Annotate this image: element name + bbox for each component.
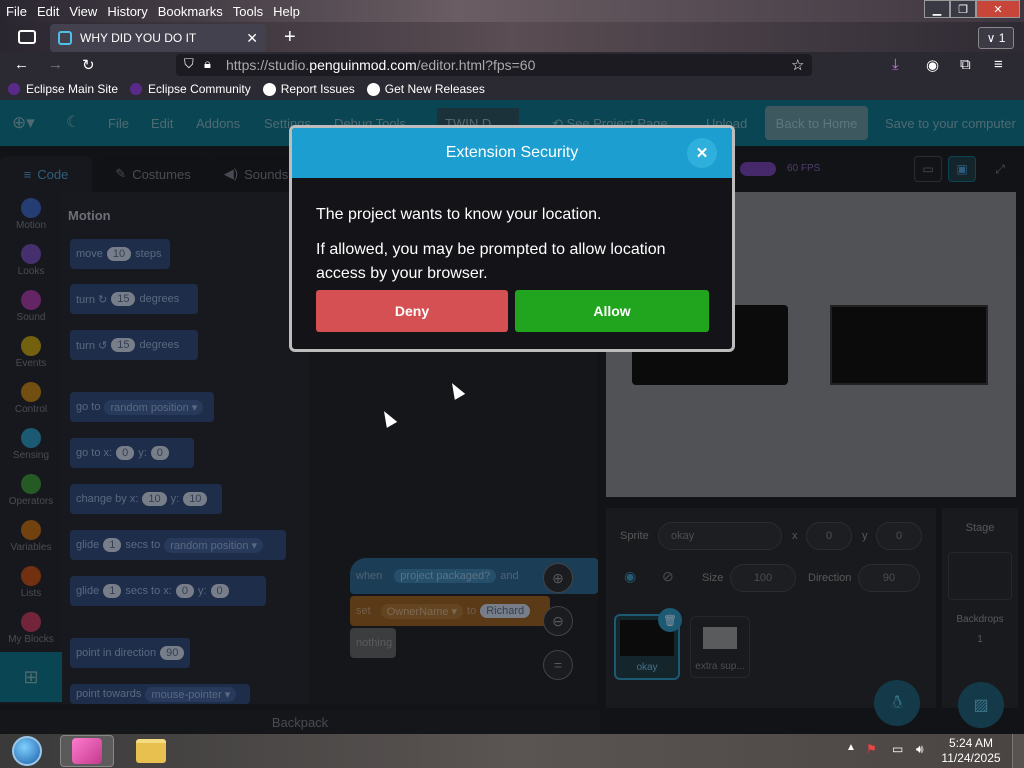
account-icon[interactable]: ◉ xyxy=(926,56,939,74)
maximize-button[interactable]: ❐ xyxy=(950,0,976,18)
action-center-icon[interactable]: ⚑ xyxy=(866,742,877,756)
eclipse-icon xyxy=(130,83,143,95)
bookmark-eclipse-community[interactable]: Eclipse Community xyxy=(130,82,251,96)
bookmark-report-issues[interactable]: Report Issues xyxy=(262,82,355,96)
bookmark-label: Eclipse Community xyxy=(148,82,251,96)
url-bar[interactable]: https://studio. penguinmod.com/editor.htm… xyxy=(176,54,812,76)
url-prefix: https://studio. xyxy=(226,57,310,73)
penguinmod-icon xyxy=(58,31,72,45)
url-domain: penguinmod.com xyxy=(309,57,417,73)
menu-view[interactable]: View xyxy=(69,4,97,19)
tab-list-icon[interactable] xyxy=(18,30,36,44)
close-tab-icon[interactable]: ✕ xyxy=(246,30,258,47)
window-controls: ▁ ❐ ✕ xyxy=(924,0,1020,18)
tab-count-button[interactable]: ∨ 1 xyxy=(978,27,1014,49)
penguinmod-app-icon xyxy=(72,738,102,764)
modal-message: The project wants to know your location. xyxy=(316,206,602,223)
clock-time: 5:24 AM xyxy=(948,736,994,750)
windows-orb-icon xyxy=(12,736,42,766)
menu-history[interactable]: History xyxy=(107,4,147,19)
minimize-button[interactable]: ▁ xyxy=(924,0,950,18)
menu-bar: File Edit View History Bookmarks Tools H… xyxy=(0,0,1024,22)
menu-file[interactable]: File xyxy=(6,4,27,19)
clock-date: 11/24/2025 xyxy=(941,751,1001,765)
new-tab-icon[interactable]: + xyxy=(284,26,296,49)
close-window-button[interactable]: ✕ xyxy=(976,0,1020,18)
start-button[interactable] xyxy=(6,734,48,768)
taskbar-app-explorer[interactable] xyxy=(124,735,178,767)
forward-icon[interactable]: → xyxy=(48,56,63,73)
modal-header: Extension Security xyxy=(292,128,732,178)
taskbar-app-penguinmod[interactable] xyxy=(60,735,114,767)
bookmarks-bar: Eclipse Main Site Eclipse Community Repo… xyxy=(0,78,1024,100)
eclipse-icon xyxy=(8,83,20,95)
volume-icon[interactable]: 🔊︎ xyxy=(916,742,924,757)
bookmark-eclipse-main[interactable]: Eclipse Main Site xyxy=(8,82,118,96)
bookmark-label: Eclipse Main Site xyxy=(26,82,119,96)
url-suffix: /editor.html?fps=60 xyxy=(416,57,536,73)
extensions-icon[interactable]: ⧉ xyxy=(960,56,971,73)
bookmark-label: Get New Releases xyxy=(384,82,485,96)
github-icon xyxy=(366,82,380,96)
modal-title: Extension Security xyxy=(445,144,579,161)
tray-expand-icon[interactable]: ▲ xyxy=(846,742,856,753)
show-desktop-button[interactable] xyxy=(1012,734,1024,768)
download-icon[interactable]: ⤓ xyxy=(892,56,899,73)
modal-detail: If allowed, you may be prompted to allow… xyxy=(316,241,666,282)
modal-close-icon[interactable]: ✕ xyxy=(687,138,717,168)
tab-title: WHY DID YOU DO IT xyxy=(80,31,197,45)
bookmark-star-icon[interactable]: ☆ xyxy=(791,56,804,74)
bookmark-label: Report Issues xyxy=(280,82,355,96)
hamburger-menu-icon[interactable]: ≡ xyxy=(994,56,1003,73)
shield-icon[interactable]: ⛉ xyxy=(184,56,194,72)
menu-tools[interactable]: Tools xyxy=(233,4,263,19)
lock-icon[interactable]: 🔒︎ xyxy=(204,56,211,72)
menu-help[interactable]: Help xyxy=(273,4,300,19)
browser-tab[interactable]: WHY DID YOU DO IT ✕ xyxy=(50,24,266,52)
reload-icon[interactable]: ↻ xyxy=(82,56,95,74)
github-icon xyxy=(262,82,276,96)
menu-edit[interactable]: Edit xyxy=(37,4,59,19)
bookmark-get-releases[interactable]: Get New Releases xyxy=(366,82,485,96)
clock[interactable]: 5:24 AM 11/24/2025 xyxy=(940,734,1002,768)
back-icon[interactable]: ← xyxy=(14,56,29,73)
deny-button[interactable]: Deny xyxy=(316,290,508,332)
network-icon[interactable]: ▭ xyxy=(892,742,903,756)
folder-icon xyxy=(136,739,166,763)
menu-bookmarks[interactable]: Bookmarks xyxy=(158,4,223,19)
extension-security-modal: Extension Security ✕ The project wants t… xyxy=(289,125,735,352)
allow-button[interactable]: Allow xyxy=(515,290,709,332)
